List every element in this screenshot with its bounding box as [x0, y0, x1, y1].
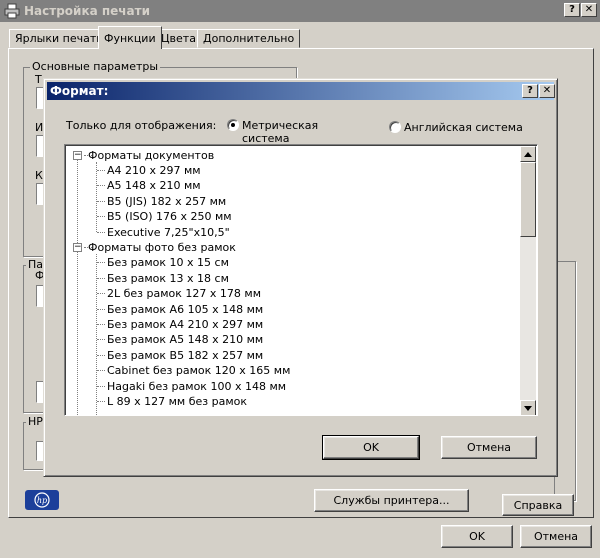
tree-item[interactable]: 2L без рамок 127 x 178 мм: [96, 286, 356, 301]
printer-icon: [4, 3, 20, 19]
tree-line: [97, 170, 105, 171]
tree-item-label: B5 (JIS) 182 x 257 мм: [107, 195, 227, 208]
dialog-help-button[interactable]: ?: [522, 84, 538, 98]
radio-english-label: Английская система: [404, 121, 523, 134]
tree-line: [97, 370, 105, 371]
up-arrow-icon: [524, 151, 532, 157]
tree-item[interactable]: Без рамок A6 105 x 148 мм: [96, 302, 356, 317]
help-button[interactable]: Справка: [502, 494, 574, 516]
close-title-button[interactable]: ✕: [581, 3, 597, 17]
tree-line: [97, 185, 105, 186]
radio-metric-label: Метрическая система: [242, 119, 319, 145]
scroll-thumb[interactable]: [520, 162, 536, 237]
svg-text:hp: hp: [37, 496, 47, 505]
window-title: Настройка печати: [24, 4, 150, 18]
tree-content: − Форматы документов A4 210 x 297 мм A5 …: [65, 145, 521, 415]
tree-group-label: Форматы фото без рамок: [88, 241, 236, 254]
tab-features[interactable]: Функции: [98, 26, 162, 49]
hp-logo: hp: [25, 490, 59, 510]
tab-advanced[interactable]: Дополнительно: [197, 29, 301, 48]
radio-english-circle[interactable]: [389, 121, 401, 133]
tree-item[interactable]: Без рамок A4 210 x 297 мм: [96, 317, 356, 332]
tree-line: [97, 201, 105, 202]
tree-item-label: Cabinet без рамок 120 x 165 мм: [107, 364, 291, 377]
label-fragment: И: [35, 121, 44, 134]
collapse-icon[interactable]: −: [73, 243, 82, 252]
tree-item-label: 2L без рамок 127 x 178 мм: [107, 287, 261, 300]
tree-item-label: A5 148 x 210 мм: [107, 179, 201, 192]
tree-line: [97, 293, 105, 294]
tree-scrollbar[interactable]: [520, 146, 536, 415]
dialog-ok-button[interactable]: OK: [322, 435, 420, 460]
scroll-up-button[interactable]: [520, 146, 536, 162]
tree-item-label: A4 210 x 297 мм: [107, 164, 201, 177]
tree-line: [97, 339, 105, 340]
window-title-bar[interactable]: Настройка печати: [0, 0, 600, 22]
dialog-title: Формат:: [50, 84, 109, 98]
tree-item[interactable]: Без рамок 13 x 18 см: [96, 271, 356, 286]
dialog-title-bar[interactable]: Формат:: [47, 82, 554, 100]
tree-item[interactable]: A4 210 x 297 мм: [96, 163, 316, 178]
radio-metric-circle[interactable]: [227, 119, 239, 131]
tree-item[interactable]: B5 (JIS) 182 x 257 мм: [96, 194, 316, 209]
tree-item[interactable]: B5 (ISO) 176 x 250 мм: [96, 209, 316, 224]
tab-print-shortcuts[interactable]: Ярлыки печати: [9, 29, 110, 48]
tree-item[interactable]: Без рамок A5 148 x 210 мм: [96, 332, 356, 347]
tab-colors[interactable]: Цвета: [155, 29, 202, 48]
tree-line: [97, 386, 105, 387]
tree-item[interactable]: Executive 7,25"x10,5": [96, 225, 316, 240]
tree-group-document-formats[interactable]: − Форматы документов: [71, 148, 271, 163]
tree-item[interactable]: Без рамок B5 182 x 257 мм: [96, 348, 356, 363]
tree-line: [97, 262, 105, 263]
group-legend: Основные параметры: [30, 60, 161, 73]
tree-item[interactable]: A5 148 x 210 мм: [96, 178, 316, 193]
tree-line: [97, 355, 105, 356]
tree-item-label: Без рамок A5 148 x 210 мм: [107, 333, 264, 346]
tree-line: [97, 232, 105, 233]
tree-item-label: Без рамок 13 x 18 см: [107, 272, 229, 285]
tree-item-label: Без рамок B5 182 x 257 мм: [107, 349, 264, 362]
label-fragment: Т: [35, 73, 42, 86]
display-only-label: Только для отображения:: [66, 119, 217, 132]
tree-item[interactable]: Без рамок 10 x 15 см: [96, 255, 356, 270]
tree-line: [97, 324, 105, 325]
tree-line: [97, 278, 105, 279]
tree-item-label: L 89 x 127 мм без рамок: [107, 395, 248, 408]
printer-services-button[interactable]: Службы принтера...: [314, 489, 469, 512]
collapse-icon[interactable]: −: [73, 151, 82, 160]
tree-line: [97, 309, 105, 310]
tree-group-label: Форматы документов: [88, 149, 215, 162]
tree-line: [97, 216, 105, 217]
format-tree[interactable]: − Форматы документов A4 210 x 297 мм A5 …: [64, 144, 538, 416]
dialog-cancel-button[interactable]: Отмена: [441, 436, 537, 459]
tree-line: [77, 157, 78, 415]
down-arrow-icon: [524, 405, 532, 411]
cancel-button[interactable]: Отмена: [520, 525, 592, 548]
tree-line: [97, 401, 105, 402]
tree-item-label: Executive 7,25"x10,5": [107, 226, 230, 239]
help-title-button[interactable]: ?: [564, 3, 580, 17]
hp-logo-icon: hp: [34, 492, 50, 508]
label-fragment: К: [35, 169, 43, 182]
dialog-close-button[interactable]: ✕: [539, 84, 555, 98]
scroll-down-button[interactable]: [520, 400, 536, 415]
radio-selected-dot: [231, 123, 235, 127]
format-dialog: Формат: ? ✕ Только для отображения: Метр…: [43, 78, 558, 477]
tree-item-label: Hagaki без рамок 100 x 148 мм: [107, 380, 287, 393]
radio-metric[interactable]: Метрическая система: [227, 119, 367, 145]
tree-group-borderless-photo[interactable]: − Форматы фото без рамок: [71, 240, 291, 255]
ok-button[interactable]: OK: [441, 525, 513, 548]
tree-item-label: Без рамок A6 105 x 148 мм: [107, 303, 264, 316]
tree-item[interactable]: Cabinet без рамок 120 x 165 мм: [96, 363, 356, 378]
tree-item[interactable]: L 89 x 127 мм без рамок: [96, 394, 356, 409]
tree-item[interactable]: Hagaki без рамок 100 x 148 мм: [96, 379, 356, 394]
radio-english[interactable]: Английская система: [389, 121, 529, 135]
tree-item-label: Без рамок 10 x 15 см: [107, 256, 229, 269]
tree-item-label: Без рамок A4 210 x 297 мм: [107, 318, 264, 331]
tree-item-label: B5 (ISO) 176 x 250 мм: [107, 210, 232, 223]
